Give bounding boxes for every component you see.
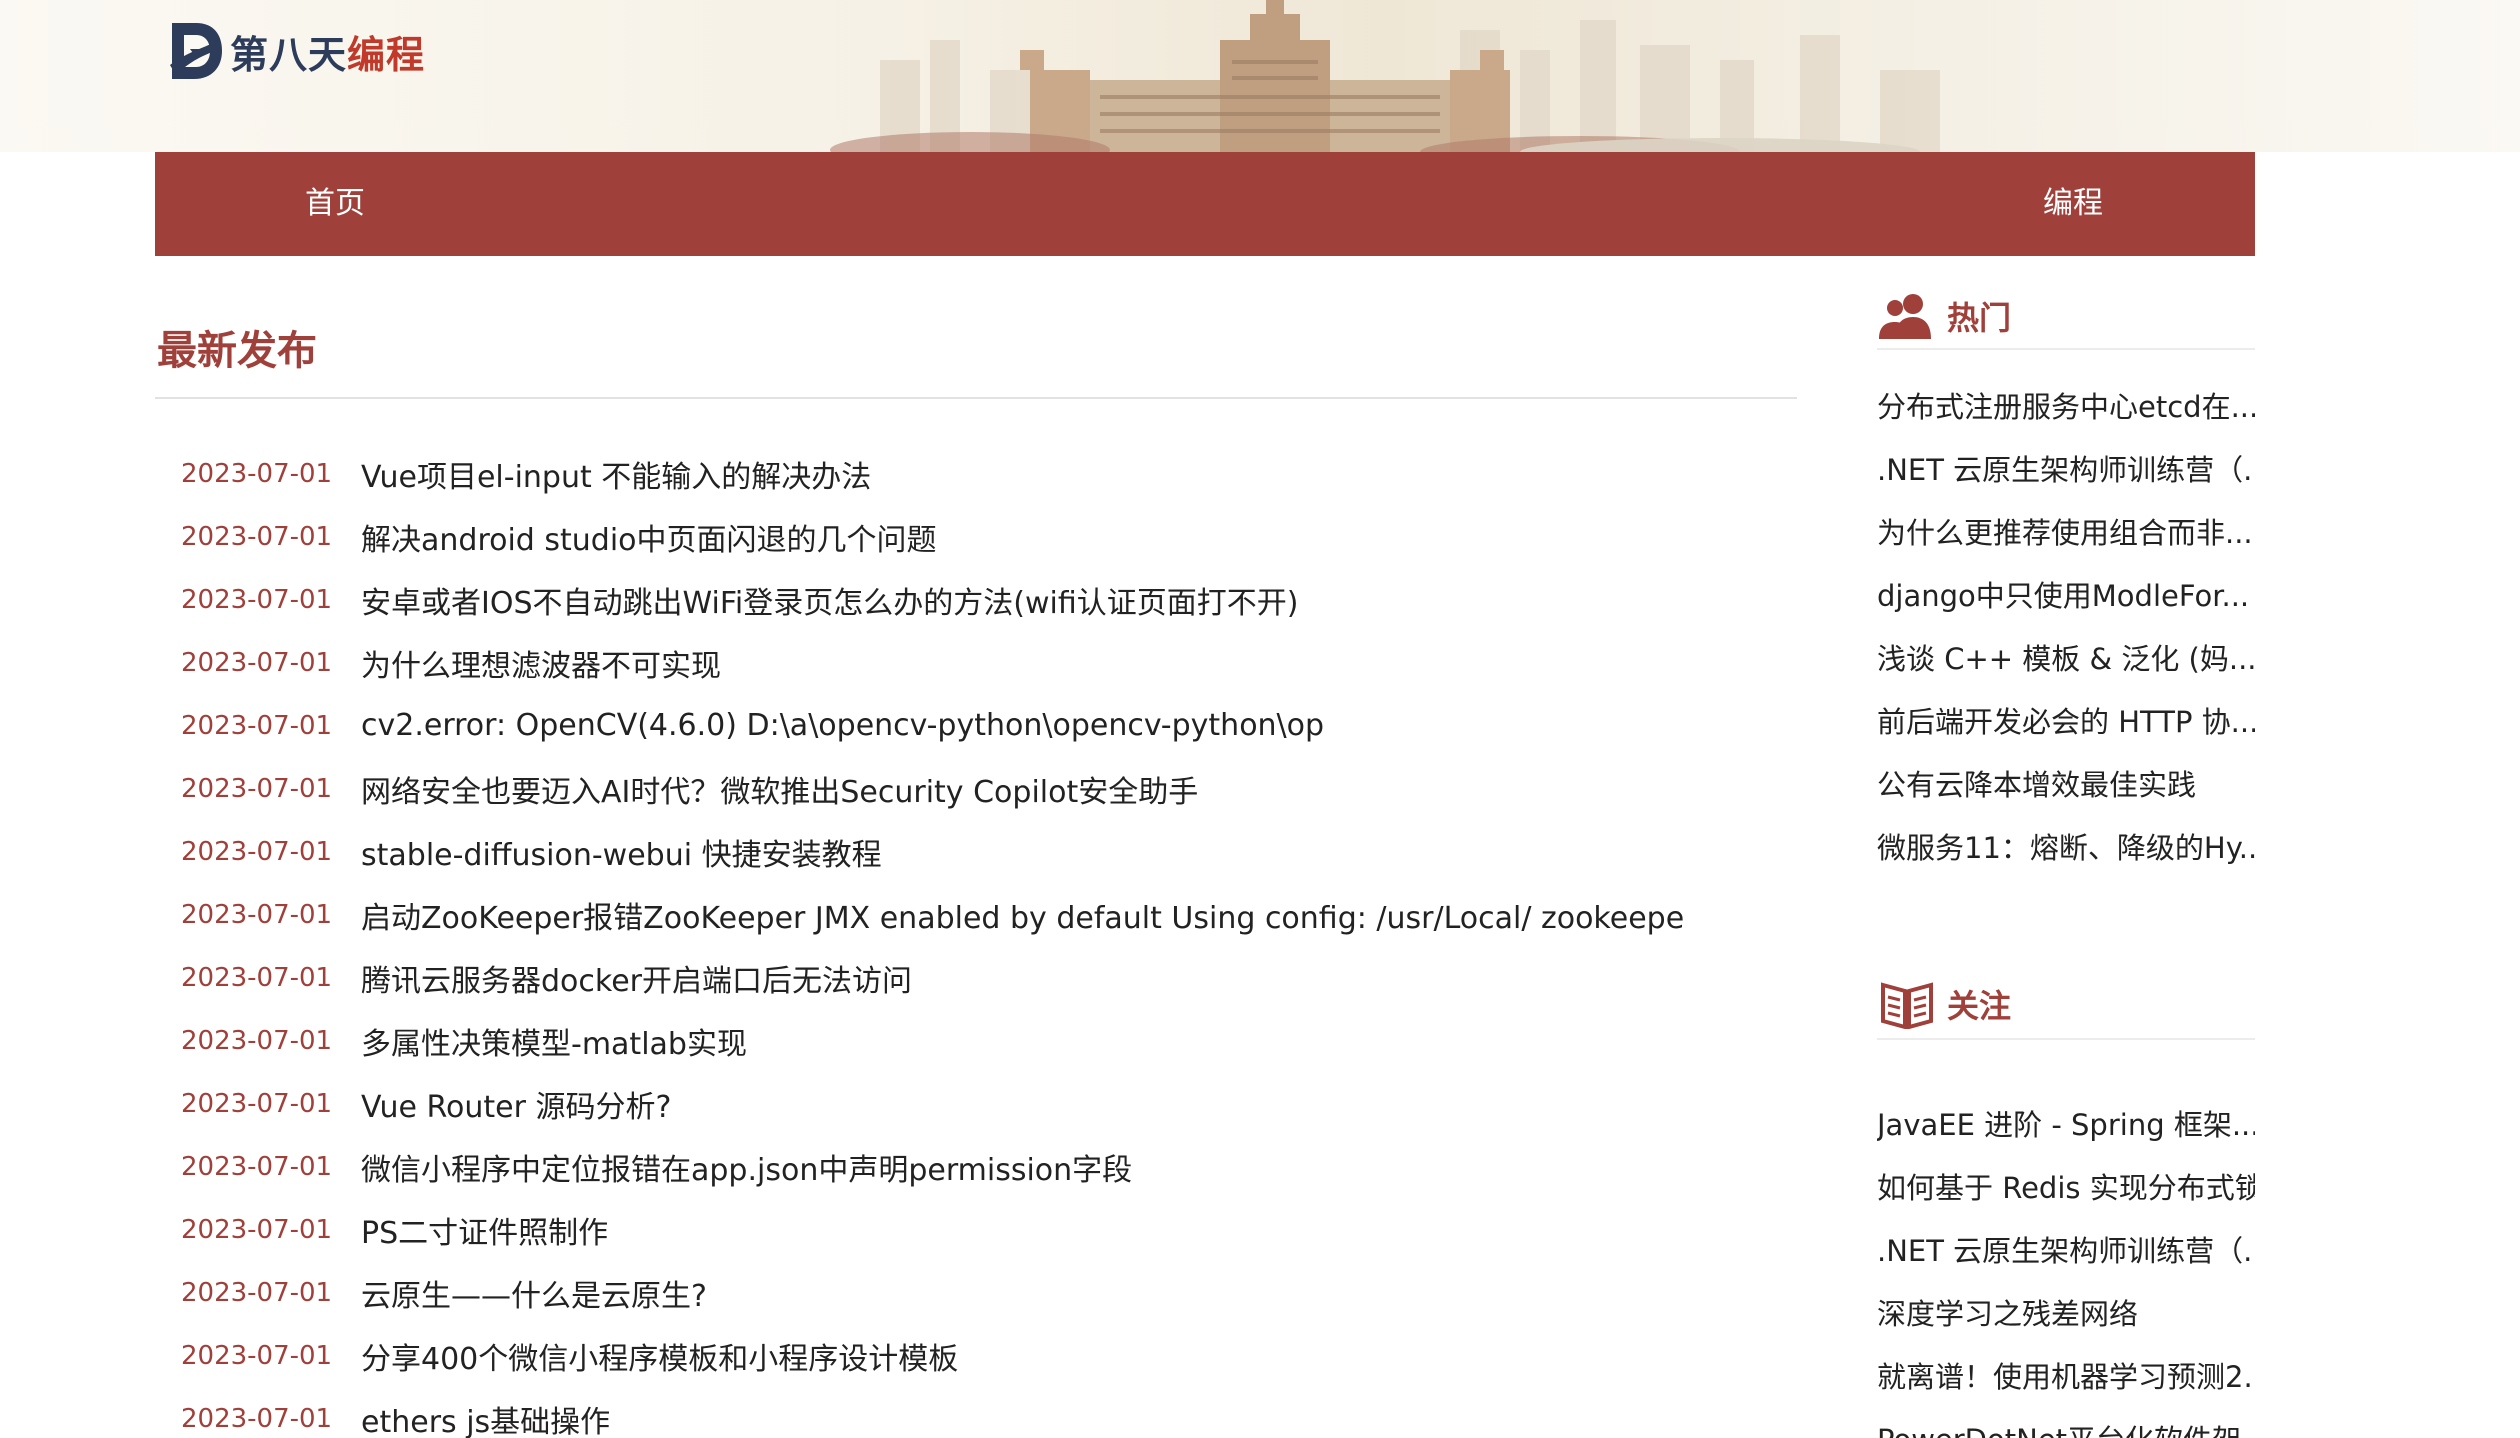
logo-d-icon [170, 23, 222, 79]
sidebar-follow-link[interactable]: PowerDotNet平台化软件架... [1877, 1409, 2255, 1438]
post-date: 2023-07-01 [181, 710, 333, 741]
sidebar-follow-link[interactable]: JavaEE 进阶 - Spring 框架... [1877, 1094, 2255, 1157]
page: 第八天 编程 首页 编程 最新发布 2023-07-01 Vue项目el-inpu… [0, 0, 2520, 1438]
sidebar-hot-header: 热门 [1877, 286, 2255, 346]
post-title-link[interactable]: 分享400个微信小程序模板和小程序设计模板 [361, 1334, 958, 1378]
post-list-item: 2023-07-01 网络安全也要迈入AI时代？微软推出Security Copi… [155, 757, 1797, 820]
sidebar-follow-link[interactable]: 就离谱！使用机器学习预测2... [1877, 1346, 2255, 1409]
post-title-link[interactable]: ethers js基础操作 [361, 1397, 610, 1438]
post-title-link[interactable]: 腾讯云服务器docker开启端口后无法访问 [361, 956, 912, 1000]
sidebar-follow-title: 关注 [1947, 987, 2012, 1025]
post-list-item: 2023-07-01 Vue项目el-input 不能输入的解决办法 [155, 442, 1797, 505]
post-date: 2023-07-01 [181, 1214, 333, 1245]
post-title-link[interactable]: 云原生——什么是云原生? [361, 1271, 707, 1315]
banner-cityscape-image [830, 0, 1940, 152]
post-title-link[interactable]: stable-diffusion-webui 快捷安装教程 [361, 830, 882, 874]
post-list-item: 2023-07-01 安卓或者IOS不自动跳出WiFi登录页怎么办的方法(wifi… [155, 568, 1797, 631]
post-title-link[interactable]: cv2.error: OpenCV(4.6.0) D:\a\opencv-pyt… [361, 708, 1324, 743]
latest-posts-list: 2023-07-01 Vue项目el-input 不能输入的解决办法 2023-07… [155, 442, 1797, 1438]
nav-item-programming[interactable]: 编程 [2043, 152, 2103, 256]
sidebar-follow-divider [1877, 1038, 2255, 1040]
post-date: 2023-07-01 [181, 1340, 333, 1371]
post-title-link[interactable]: 为什么理想滤波器不可实现 [361, 641, 721, 685]
post-date: 2023-07-01 [181, 836, 333, 867]
sidebar-hot-divider [1877, 348, 2255, 350]
users-icon [1879, 294, 1931, 339]
post-title-link[interactable]: 微信小程序中定位报错在app.json中声明permission字段 [361, 1145, 1132, 1189]
post-date: 2023-07-01 [181, 1025, 333, 1056]
sidebar-hot-link[interactable]: 公有云降本增效最佳实践 [1877, 754, 2255, 817]
logo-text-primary: 第八天 [230, 32, 348, 77]
post-list-item: 2023-07-01 解决android studio中页面闪退的几个问题 [155, 505, 1797, 568]
sidebar-hot-link[interactable]: 微服务11：熔断、降级的Hy... [1877, 817, 2255, 880]
post-list-item: 2023-07-01 cv2.error: OpenCV(4.6.0) D:\a\… [155, 694, 1797, 757]
post-date: 2023-07-01 [181, 521, 333, 552]
post-title-link[interactable]: 解决android studio中页面闪退的几个问题 [361, 515, 937, 559]
sidebar-hot-link[interactable]: django中只使用ModleFor... [1877, 565, 2255, 628]
sidebar-hot-link[interactable]: .NET 云原生架构师训练营（... [1877, 439, 2255, 502]
post-date: 2023-07-01 [181, 647, 333, 678]
post-date: 2023-07-01 [181, 1277, 333, 1308]
sidebar-follow-link[interactable]: 深度学习之残差网络 [1877, 1283, 2255, 1346]
post-list-item: 2023-07-01 启动ZooKeeper报错ZooKeeper JMX ena… [155, 883, 1797, 946]
post-date: 2023-07-01 [181, 899, 333, 930]
sidebar-hot-link[interactable]: 浅谈 C++ 模板 & 泛化 (妈... [1877, 628, 2255, 691]
sidebar-follow-list: JavaEE 进阶 - Spring 框架... 如何基于 Redis 实现分布式… [1877, 1094, 2255, 1438]
header-banner: 第八天 编程 [0, 0, 2520, 152]
post-date: 2023-07-01 [181, 773, 333, 804]
section-divider [155, 397, 1797, 399]
post-title-link[interactable]: PS二寸证件照制作 [361, 1208, 608, 1252]
sidebar-follow-header: 关注 [1877, 974, 2255, 1034]
post-date: 2023-07-01 [181, 584, 333, 615]
post-date: 2023-07-01 [181, 1088, 333, 1119]
post-title-link[interactable]: 多属性决策模型-matlab实现 [361, 1019, 747, 1063]
post-date: 2023-07-01 [181, 458, 333, 489]
post-title-link[interactable]: 启动ZooKeeper报错ZooKeeper JMX enabled by de… [361, 893, 1684, 937]
post-title-link[interactable]: 安卓或者IOS不自动跳出WiFi登录页怎么办的方法(wifi认证页面打不开) [361, 578, 1298, 622]
post-list-item: 2023-07-01 ethers js基础操作 [155, 1387, 1797, 1438]
main-nav-bar: 首页 编程 [155, 152, 2255, 256]
post-title-link[interactable]: Vue Router 源码分析? [361, 1082, 671, 1126]
sidebar-hot-list: 分布式注册服务中心etcd在... .NET 云原生架构师训练营（... 为什么更推… [1877, 376, 2255, 880]
post-list-item: 2023-07-01 腾讯云服务器docker开启端口后无法访问 [155, 946, 1797, 1009]
sidebar-hot-title: 热门 [1947, 299, 2012, 337]
sidebar-follow-link[interactable]: 如何基于 Redis 实现分布式锁 [1877, 1157, 2255, 1220]
post-list-item: 2023-07-01 云原生——什么是云原生? [155, 1261, 1797, 1324]
post-list-item: 2023-07-01 Vue Router 源码分析? [155, 1072, 1797, 1135]
post-list-item: 2023-07-01 微信小程序中定位报错在app.json中声明permissi… [155, 1135, 1797, 1198]
post-title-link[interactable]: Vue项目el-input 不能输入的解决办法 [361, 452, 871, 496]
post-list-item: 2023-07-01 PS二寸证件照制作 [155, 1198, 1797, 1261]
sidebar-hot-link[interactable]: 前后端开发必会的 HTTP 协... [1877, 691, 2255, 754]
logo-text-accent: 编程 [347, 32, 426, 77]
sidebar-hot-link[interactable]: 为什么更推荐使用组合而非... [1877, 502, 2255, 565]
book-icon [1881, 982, 1933, 1029]
latest-posts-title: 最新发布 [157, 328, 317, 374]
sidebar-hot-link[interactable]: 分布式注册服务中心etcd在... [1877, 376, 2255, 439]
post-date: 2023-07-01 [181, 1403, 333, 1434]
post-list-item: 2023-07-01 为什么理想滤波器不可实现 [155, 631, 1797, 694]
post-list-item: 2023-07-01 多属性决策模型-matlab实现 [155, 1009, 1797, 1072]
nav-item-home[interactable]: 首页 [305, 152, 365, 256]
post-title-link[interactable]: 网络安全也要迈入AI时代？微软推出Security Copilot安全助手 [361, 767, 1198, 811]
post-date: 2023-07-01 [181, 962, 333, 993]
post-list-item: 2023-07-01 stable-diffusion-webui 快捷安装教程 [155, 820, 1797, 883]
post-date: 2023-07-01 [181, 1151, 333, 1182]
post-list-item: 2023-07-01 分享400个微信小程序模板和小程序设计模板 [155, 1324, 1797, 1387]
sidebar-follow-link[interactable]: .NET 云原生架构师训练营（... [1877, 1220, 2255, 1283]
site-logo[interactable]: 第八天 编程 [166, 18, 425, 84]
